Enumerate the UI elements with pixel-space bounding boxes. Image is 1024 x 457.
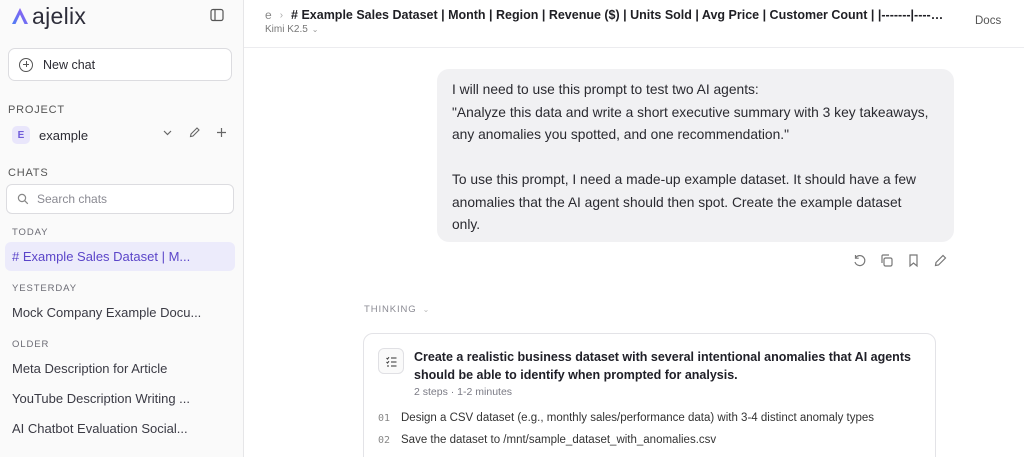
model-selector[interactable]: Kimi K2.5 ⌄: [265, 24, 319, 35]
plus-circle-icon: [19, 57, 33, 72]
model-name: Kimi K2.5: [265, 24, 308, 35]
chat-item[interactable]: YouTube Description Writing ...: [5, 384, 235, 413]
thinking-toggle[interactable]: THINKING ⌄: [364, 304, 430, 315]
new-chat-label: New chat: [43, 57, 96, 72]
breadcrumb-project[interactable]: e: [265, 8, 272, 22]
chat-item[interactable]: AI Chatbot Evaluation Social...: [5, 414, 235, 443]
plan-title: Create a realistic business dataset with…: [414, 350, 911, 382]
plan-step: 02 Save the dataset to /mnt/sample_datas…: [378, 434, 716, 446]
group-label-older: OLDER: [12, 339, 50, 350]
project-badge: E: [12, 126, 30, 144]
retry-icon[interactable]: [852, 253, 867, 268]
message-line: only.: [452, 217, 481, 232]
plan-meta: 2 steps · 1-2 minutes: [414, 386, 513, 398]
message-line: anomalies that the AI agent should then …: [452, 194, 902, 210]
docs-link[interactable]: Docs: [975, 15, 1001, 27]
checklist-icon: [378, 348, 404, 374]
group-label-today: TODAY: [12, 227, 49, 238]
message-actions: [852, 253, 948, 268]
project-name: example: [39, 127, 89, 143]
pencil-icon[interactable]: [188, 126, 201, 139]
search-input[interactable]: [37, 192, 217, 206]
ajelix-logo-icon: [12, 8, 28, 24]
thinking-label: THINKING: [364, 304, 417, 315]
message-line: To use this prompt, I need a made-up exa…: [452, 172, 917, 187]
user-message: I will need to use this prompt to test t…: [437, 69, 954, 242]
edit-icon[interactable]: [933, 253, 948, 268]
plus-icon[interactable]: [215, 126, 228, 139]
sidebar: ajelix New chat PROJECT E example CHATS …: [0, 0, 244, 457]
chat-item[interactable]: Mock Company Example Docu...: [5, 298, 235, 327]
step-text: Design a CSV dataset (e.g., monthly sale…: [401, 412, 875, 424]
logo-text: ajelix: [32, 3, 87, 29]
breadcrumb: e › # Example Sales Dataset | Month | Re…: [265, 8, 947, 22]
step-number: 02: [378, 435, 391, 446]
plan-card: Create a realistic business dataset with…: [363, 333, 936, 457]
sidebar-toggle-icon[interactable]: [210, 8, 224, 22]
chevron-down-icon[interactable]: [161, 126, 174, 139]
search-icon: [17, 193, 29, 205]
message-line: I will need to use this prompt to test t…: [452, 82, 759, 97]
chat-item[interactable]: Meta Description for Article: [5, 354, 235, 383]
project-selector[interactable]: E example: [12, 125, 232, 145]
header-divider: [244, 47, 1024, 48]
chevron-right-icon: ›: [279, 9, 284, 21]
copy-icon[interactable]: [879, 253, 894, 268]
logo[interactable]: ajelix: [10, 4, 86, 28]
new-chat-button[interactable]: New chat: [8, 48, 232, 81]
chats-section-label: CHATS: [8, 167, 49, 179]
search-chats: [6, 184, 234, 214]
message-line: "Analyze this data and write a short exe…: [452, 104, 929, 120]
page-title: # Example Sales Dataset | Month | Region…: [291, 8, 948, 22]
chat-item-active[interactable]: # Example Sales Dataset | M...: [5, 242, 235, 271]
group-label-yesterday: YESTERDAY: [12, 283, 77, 294]
plan-step: 01 Design a CSV dataset (e.g., monthly s…: [378, 412, 874, 424]
step-text: Save the dataset to /mnt/sample_dataset_…: [401, 434, 717, 446]
message-line: [452, 147, 939, 170]
chevron-down-icon: ⌄: [422, 305, 431, 314]
chevron-down-icon: ⌄: [311, 25, 319, 34]
message-line: any anomalies you spotted, and one recom…: [452, 127, 789, 142]
step-number: 01: [378, 413, 391, 424]
project-section-label: PROJECT: [8, 104, 65, 116]
bookmark-icon[interactable]: [906, 253, 921, 268]
